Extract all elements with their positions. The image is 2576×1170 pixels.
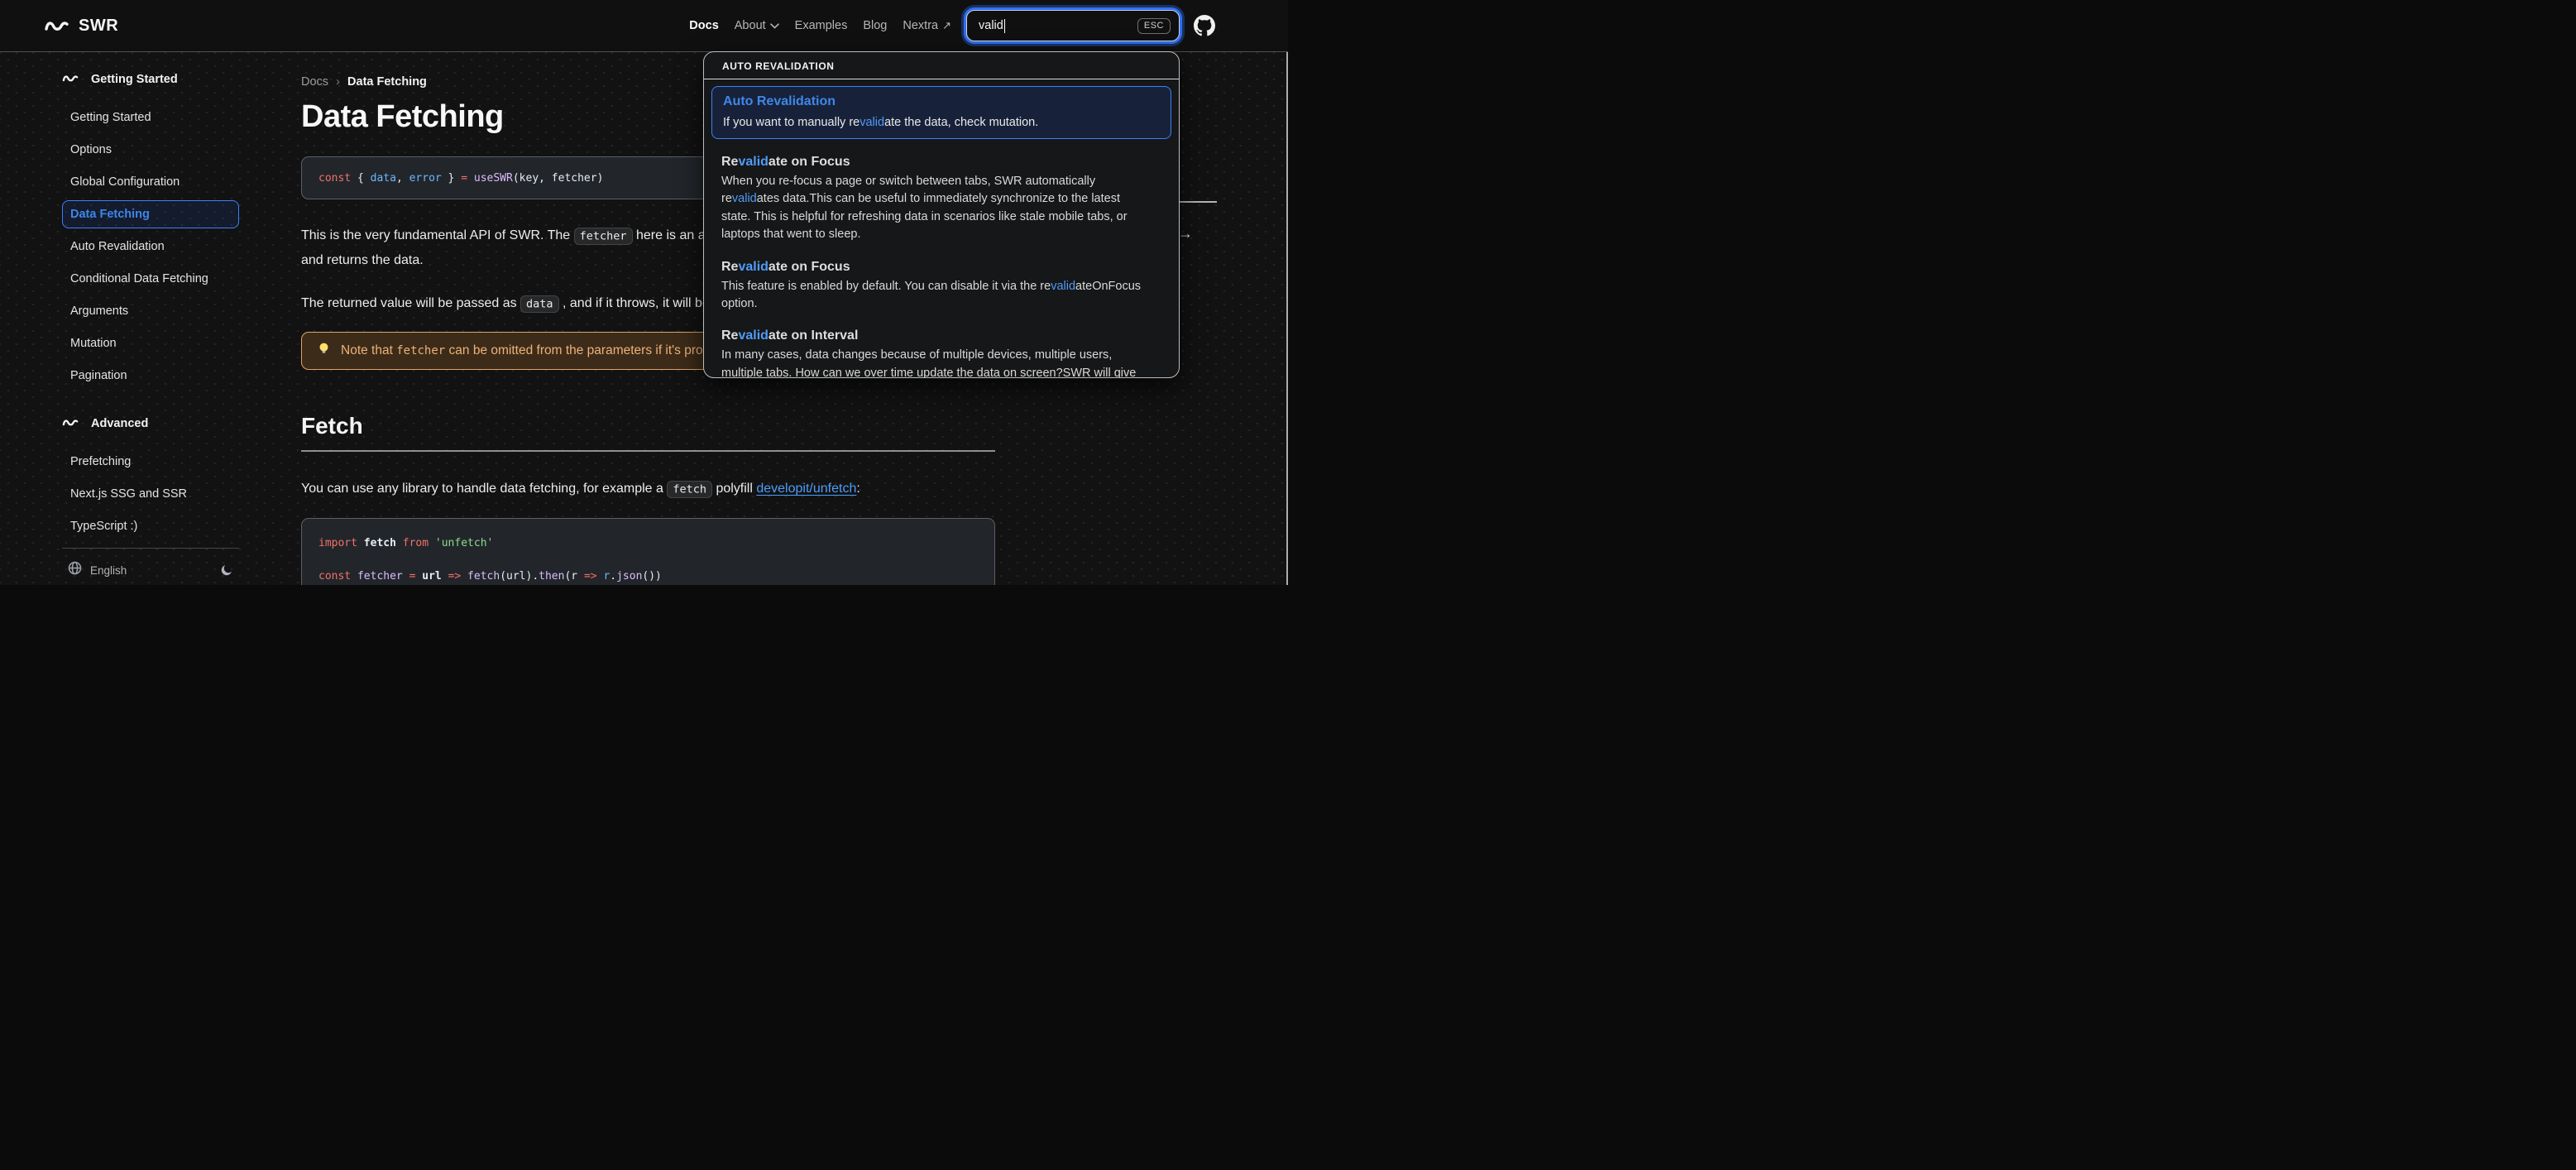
sidebar-item-global-configuration[interactable]: Global Configuration xyxy=(62,168,239,196)
sidebar-section-advanced: Advanced xyxy=(62,410,239,437)
search-result-description: This feature is enabled by default. You … xyxy=(721,279,1142,311)
sidebar-item-mutation[interactable]: Mutation xyxy=(62,329,239,357)
nav-link-examples[interactable]: Examples xyxy=(795,19,848,32)
search-result-title: Auto Revalidation xyxy=(723,94,836,108)
page: SWR Docs About Examples Blog Nextra ↗ va… xyxy=(0,0,1288,585)
language-selector[interactable]: English xyxy=(68,561,127,579)
sidebar-item-options[interactable]: Options xyxy=(62,136,239,164)
globe-icon xyxy=(68,561,82,579)
sidebar-items: Getting Started Options Global Configura… xyxy=(62,103,239,390)
github-icon xyxy=(1194,15,1215,36)
nav-link-blog[interactable]: Blog xyxy=(863,19,887,32)
section-heading-rule xyxy=(301,450,995,452)
search-result-title: Revalidate on Focus xyxy=(721,259,850,274)
nav-link-docs[interactable]: Docs xyxy=(689,19,718,32)
moon-icon xyxy=(221,564,232,575)
text-caret xyxy=(1003,18,1006,33)
breadcrumb-current: Data Fetching xyxy=(347,74,427,89)
search-result-title: Revalidate on Interval xyxy=(721,328,859,343)
search-result-title: Revalidate on Focus xyxy=(721,155,850,169)
search-result-revalidate-on-focus-2[interactable]: Revalidate on Focus This feature is enab… xyxy=(721,259,1166,314)
toc-link-arrow-icon[interactable]: → xyxy=(1178,225,1193,242)
lightbulb-icon xyxy=(317,342,331,360)
sidebar-item-nextjs-ssg-ssr[interactable]: Next.js SSG and SSR xyxy=(62,480,239,508)
swr-wave-icon xyxy=(45,17,71,34)
sidebar-footer: English xyxy=(62,549,239,585)
search-result-revalidate-on-interval[interactable]: Revalidate on Interval In many cases, da… xyxy=(721,328,1166,378)
wave-icon xyxy=(62,417,80,431)
swr-logo[interactable]: SWR xyxy=(45,17,118,36)
language-label: English xyxy=(90,563,127,577)
nav-links: Docs About Examples Blog Nextra ↗ xyxy=(689,19,951,32)
search-result-description: In many cases, data changes because of m… xyxy=(721,348,1137,378)
sidebar-section-getting-started: Getting Started xyxy=(62,66,239,93)
inline-link[interactable]: developit/unfetch xyxy=(756,482,856,496)
search-result-revalidate-on-focus-1[interactable]: Revalidate on Focus When you re-focus a … xyxy=(721,154,1166,244)
search-results-popup: AUTO REVALIDATION Auto Revalidation If y… xyxy=(703,51,1180,378)
search-input-value: valid xyxy=(979,19,1003,32)
esc-key-badge: ESC xyxy=(1137,17,1171,34)
sidebar-item-auto-revalidation[interactable]: Auto Revalidation xyxy=(62,233,239,261)
chevron-down-icon xyxy=(769,19,779,32)
toc-divider-fragment xyxy=(1179,201,1217,203)
sidebar-item-pagination[interactable]: Pagination xyxy=(62,362,239,390)
sidebar-item-prefetching[interactable]: Prefetching xyxy=(62,448,239,476)
nav-link-nextra[interactable]: Nextra ↗ xyxy=(903,19,951,32)
scrollbar[interactable] xyxy=(1286,52,1288,585)
theme-toggle-button[interactable] xyxy=(219,563,233,578)
sidebar-item-arguments[interactable]: Arguments xyxy=(62,297,239,325)
sidebar-item-getting-started[interactable]: Getting Started xyxy=(62,103,239,132)
sidebar-item-typescript[interactable]: TypeScript :) xyxy=(62,512,239,540)
paragraph-any-library: You can use any library to handle data f… xyxy=(301,477,995,501)
search-input[interactable]: valid ESC xyxy=(966,10,1180,41)
navbar-inner: SWR Docs About Examples Blog Nextra ↗ va… xyxy=(45,0,1215,51)
search-result-description: When you re-focus a page or switch betwe… xyxy=(721,175,1128,242)
code-block-unfetch: import fetch from 'unfetch' const fetche… xyxy=(301,518,995,585)
nav-link-about[interactable]: About xyxy=(735,19,779,32)
wave-icon xyxy=(62,73,80,87)
sidebar-items-advanced: Prefetching Next.js SSG and SSR TypeScri… xyxy=(62,448,239,540)
search-result-description: If you want to manually revalidate the d… xyxy=(723,116,1039,129)
breadcrumb-docs[interactable]: Docs xyxy=(301,75,328,89)
navbar: SWR Docs About Examples Blog Nextra ↗ va… xyxy=(0,0,1288,52)
breadcrumb-separator-icon: › xyxy=(336,74,341,89)
sidebar-item-conditional-data-fetching[interactable]: Conditional Data Fetching xyxy=(62,265,239,293)
search-results-list: Revalidate on Focus When you re-focus a … xyxy=(704,154,1179,378)
github-link[interactable] xyxy=(1194,15,1215,36)
search-results-header: AUTO REVALIDATION xyxy=(722,60,835,72)
sidebar: Getting Started Getting Started Options … xyxy=(62,66,239,585)
external-link-icon: ↗ xyxy=(942,19,951,31)
logo-text: SWR xyxy=(79,16,119,35)
section-heading-fetch: Fetch xyxy=(301,413,363,439)
search-result-selected[interactable]: Auto Revalidation If you want to manuall… xyxy=(711,86,1171,139)
sidebar-item-data-fetching[interactable]: Data Fetching xyxy=(62,200,239,228)
